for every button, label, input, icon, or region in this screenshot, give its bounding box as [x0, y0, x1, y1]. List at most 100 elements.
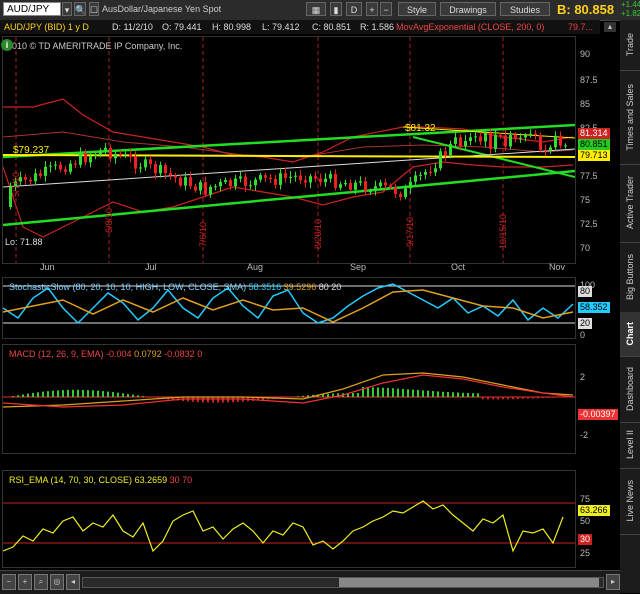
rsi-panel: RSI_EMA (14, 70, 30, CLOSE) 63.2659 30 7… — [2, 470, 576, 568]
macd-value-tag: -0.00397 — [578, 409, 618, 420]
zoom-out-icon[interactable]: − — [2, 574, 16, 590]
symbol-dropdown-icon[interactable]: ▾ — [62, 2, 72, 16]
copyright-text: 2010 © TD AMERITRADE IP Company, Inc. — [7, 41, 182, 51]
macd-bar — [12, 396, 14, 397]
tab-live-news[interactable]: Live News — [620, 468, 640, 535]
macd-bar — [212, 397, 214, 403]
style-button[interactable]: Style — [398, 2, 436, 16]
candle-body — [459, 137, 462, 146]
last-price-tag: 80.851 — [578, 139, 610, 150]
candle-body — [319, 179, 322, 183]
horizontal-scrollbar[interactable] — [82, 577, 604, 588]
macd-histogram — [7, 387, 564, 403]
macd-bar — [222, 397, 224, 403]
label-79237: $79.237 — [13, 145, 49, 156]
scroll-right-icon[interactable]: ▸ — [606, 574, 620, 590]
tab-times-and-sales[interactable]: Times and Sales — [620, 70, 640, 165]
candle-body — [134, 157, 137, 169]
checkbox-icon[interactable]: ☐ — [89, 2, 99, 16]
macd-bar — [202, 397, 204, 402]
magnifier-icon[interactable]: ⌕ — [34, 574, 48, 590]
macd-bar — [282, 397, 284, 398]
zoom-in-icon[interactable]: + — [18, 574, 32, 590]
candle-body — [434, 168, 437, 172]
macd-bar — [482, 397, 484, 399]
candle-body — [554, 136, 557, 148]
candle-body — [494, 135, 497, 149]
chart-settings-icon[interactable]: ▦ — [306, 2, 326, 16]
support-tag: 79.713 — [578, 150, 610, 161]
price-chart — [3, 37, 575, 263]
candle-body — [164, 165, 167, 173]
candle-body — [264, 175, 267, 177]
macd-bar — [207, 397, 209, 403]
lookup-icon[interactable]: 🔍 — [74, 2, 86, 16]
macd-bar — [327, 394, 329, 397]
candle-body — [184, 177, 187, 185]
symbol-input[interactable]: AUD/JPY — [3, 2, 61, 16]
candle-body — [39, 173, 42, 176]
candle-body — [549, 147, 552, 150]
chart-type-icon[interactable]: ▮ — [330, 2, 342, 16]
macd-bar — [217, 397, 219, 403]
candle-body — [34, 173, 37, 181]
macd-bar — [452, 392, 454, 397]
tab-level-ii[interactable]: Level II — [620, 422, 640, 469]
macd-bar — [77, 390, 79, 397]
macd-bar — [437, 391, 439, 397]
info-close: C: 80.851 — [312, 20, 351, 34]
candle-body — [109, 148, 112, 159]
macd-bar — [557, 397, 559, 398]
toolbar: AUD/JPY ▾ 🔍 ☐ AusDollar/Japanese Yen Spo… — [0, 0, 640, 21]
macd-legend: MACD (12, 26, 9, EMA) -0.004 0.0792 -0.0… — [9, 348, 202, 360]
tab-dashboard[interactable]: Dashboard — [620, 356, 640, 423]
scrollbar-thumb[interactable] — [339, 578, 599, 587]
candle-body — [189, 177, 192, 186]
info-icon[interactable]: i — [1, 39, 13, 51]
macd-bar — [47, 391, 49, 397]
studies-button[interactable]: Studies — [500, 2, 550, 16]
info-date: D: 11/2/10 — [112, 20, 153, 34]
macd-bar — [392, 388, 394, 397]
tab-trade[interactable]: Trade — [620, 20, 640, 71]
drawings-button[interactable]: Drawings — [440, 2, 496, 16]
plus-icon[interactable]: + — [366, 2, 378, 16]
macd-bar — [302, 396, 304, 397]
tab-chart[interactable]: Chart — [620, 312, 640, 357]
candle-body — [94, 155, 97, 156]
candle-body — [169, 173, 172, 175]
ytick: 90 — [580, 49, 590, 59]
expand-icon[interactable]: ▴ — [604, 22, 616, 32]
minus-icon[interactable]: − — [380, 2, 392, 16]
candle-body — [299, 176, 302, 181]
macd-bar — [57, 390, 59, 397]
macd-bar — [17, 395, 19, 397]
scroll-left-icon[interactable]: ◂ — [66, 574, 80, 590]
candle-body — [524, 135, 527, 137]
month-label: Aug — [247, 262, 263, 272]
macd-bar — [387, 388, 389, 397]
macd-bar — [502, 397, 504, 399]
ytick: 50 — [580, 516, 590, 526]
candle-body — [219, 182, 222, 186]
macd-bar — [492, 397, 494, 399]
date-5: 9/17/10 — [405, 217, 415, 247]
candle-body — [144, 159, 147, 167]
macd-bar — [52, 391, 54, 397]
date-6: 10/15/10 — [498, 214, 508, 249]
period-button[interactable]: D — [346, 2, 362, 16]
rsi-30-tag: 30 — [578, 534, 592, 545]
candle-body — [344, 183, 347, 184]
candle-body — [114, 154, 117, 158]
tab-big-buttons[interactable]: Big Buttons — [620, 242, 640, 313]
macd-bar — [82, 390, 84, 397]
reset-icon[interactable]: ◎ — [50, 574, 64, 590]
date-1: 5/7/10 — [11, 172, 21, 197]
candle-body — [44, 167, 47, 176]
stoch-80-tag: 80 — [578, 286, 592, 297]
tab-active-trader[interactable]: Active Trader — [620, 164, 640, 243]
candle-body — [489, 133, 492, 149]
info-study: MovAvgExponential (CLOSE, 200, 0) — [396, 20, 544, 34]
macd-bar — [377, 387, 379, 397]
symbol-description: AusDollar/Japanese Yen Spot — [102, 4, 221, 14]
